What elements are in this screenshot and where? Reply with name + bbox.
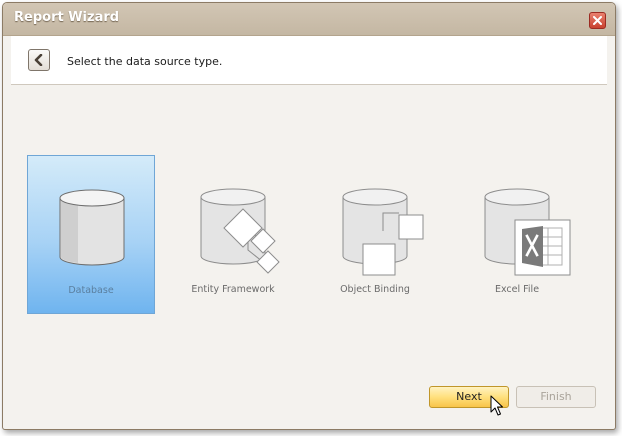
chevron-left-icon	[34, 54, 43, 66]
datasource-object-binding[interactable]: Object Binding	[311, 155, 439, 314]
object-binding-icon	[342, 188, 424, 276]
close-button[interactable]	[589, 12, 606, 29]
datasource-database[interactable]: Database	[27, 155, 155, 314]
wizard-header: Select the data source type.	[11, 36, 607, 85]
report-wizard-window: Report Wizard Select the data source typ…	[2, 2, 616, 430]
datasource-label: Entity Framework	[191, 284, 275, 295]
entity-framework-icon	[200, 188, 280, 274]
wizard-content: Select the data source type. Database En…	[11, 36, 607, 423]
datasource-label: Excel File	[494, 284, 540, 295]
mouse-cursor-icon	[490, 395, 503, 416]
title-bar[interactable]: Report Wizard	[3, 3, 615, 36]
excel-file-icon	[484, 188, 571, 276]
datasource-excel-file[interactable]: Excel File	[453, 155, 581, 314]
datasource-label: Database	[68, 285, 114, 296]
datasource-entity-framework[interactable]: Entity Framework	[169, 155, 297, 314]
database-icon	[59, 189, 125, 266]
close-icon	[593, 16, 602, 25]
wizard-instruction: Select the data source type.	[67, 55, 223, 68]
finish-button[interactable]: Finish	[516, 386, 596, 408]
datasource-label: Object Binding	[340, 284, 410, 295]
back-button[interactable]	[28, 49, 50, 71]
window-title: Report Wizard	[14, 10, 120, 25]
